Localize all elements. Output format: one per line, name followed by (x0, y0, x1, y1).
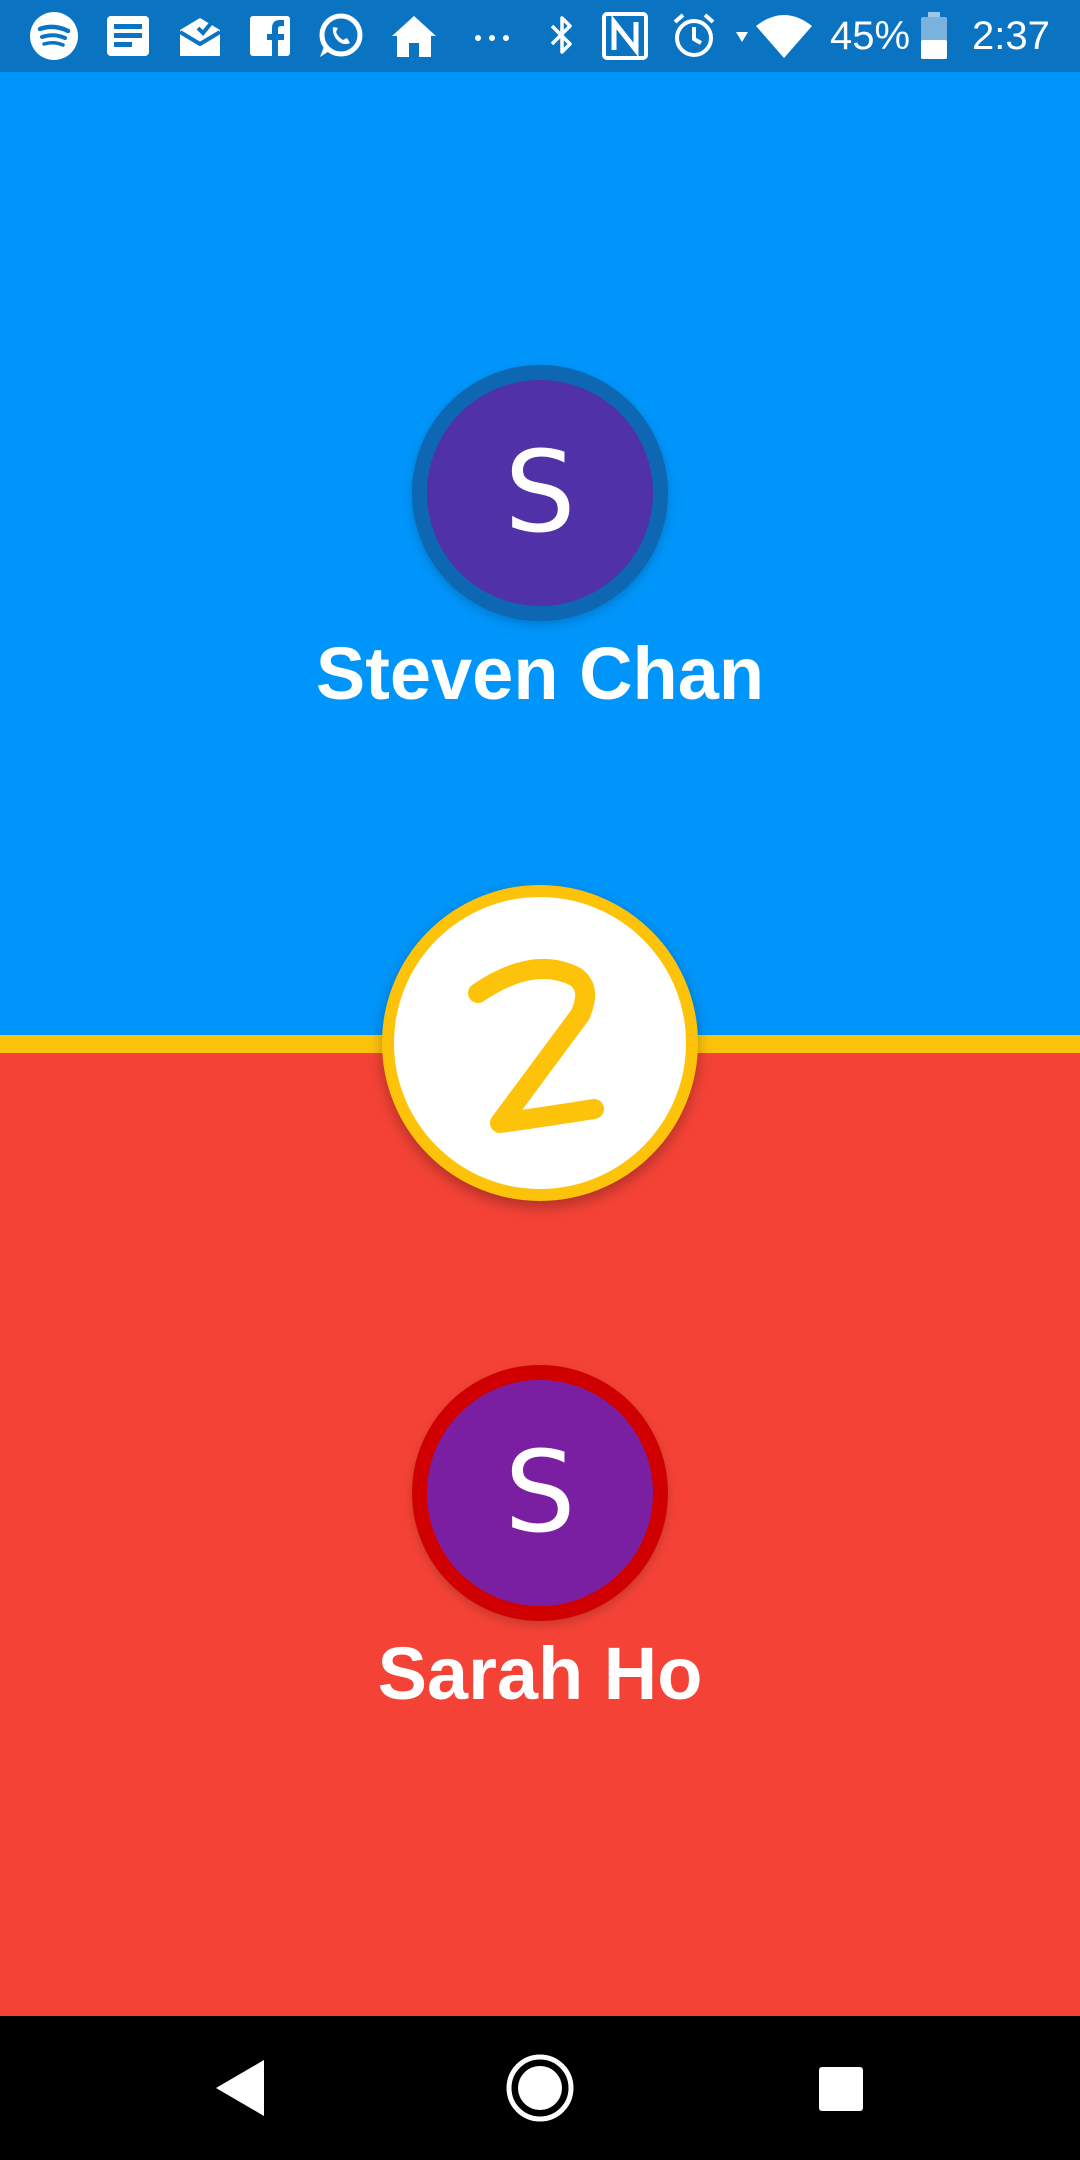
center-logo-button[interactable] (382, 885, 698, 1201)
home-icon (392, 16, 436, 57)
status-bar: 45% 2:37 (0, 0, 1080, 72)
bottom-player-avatar[interactable]: S (412, 1365, 668, 1621)
wifi-icon (736, 15, 812, 58)
top-player-name: Steven Chan (315, 632, 765, 715)
clock: 2:37 (972, 14, 1050, 58)
top-player-avatar[interactable]: S (412, 365, 668, 621)
more-icon (475, 35, 509, 41)
bluetooth-icon (550, 16, 572, 54)
bottom-player-initial: S (504, 1428, 576, 1558)
back-icon[interactable] (190, 2038, 290, 2138)
mail-icon (178, 18, 222, 56)
z-logo-icon (468, 958, 604, 1133)
top-player-initial: S (504, 428, 576, 558)
battery-icon (921, 12, 947, 59)
nfc-icon (602, 12, 648, 60)
spotify-icon (30, 12, 78, 60)
screen: 45% 2:37 S Steven Chan S Sarah Ho (0, 0, 1080, 2160)
home-icon[interactable] (490, 2038, 590, 2138)
whatsapp-icon (319, 13, 363, 57)
recents-icon[interactable] (790, 2038, 890, 2138)
battery-percent: 45% (830, 14, 911, 58)
facebook-icon (250, 16, 290, 56)
alarm-icon (673, 13, 715, 57)
bottom-player-name: Sarah Ho (377, 1632, 703, 1715)
navigation-bar (0, 2016, 1080, 2160)
news-icon (107, 16, 149, 56)
